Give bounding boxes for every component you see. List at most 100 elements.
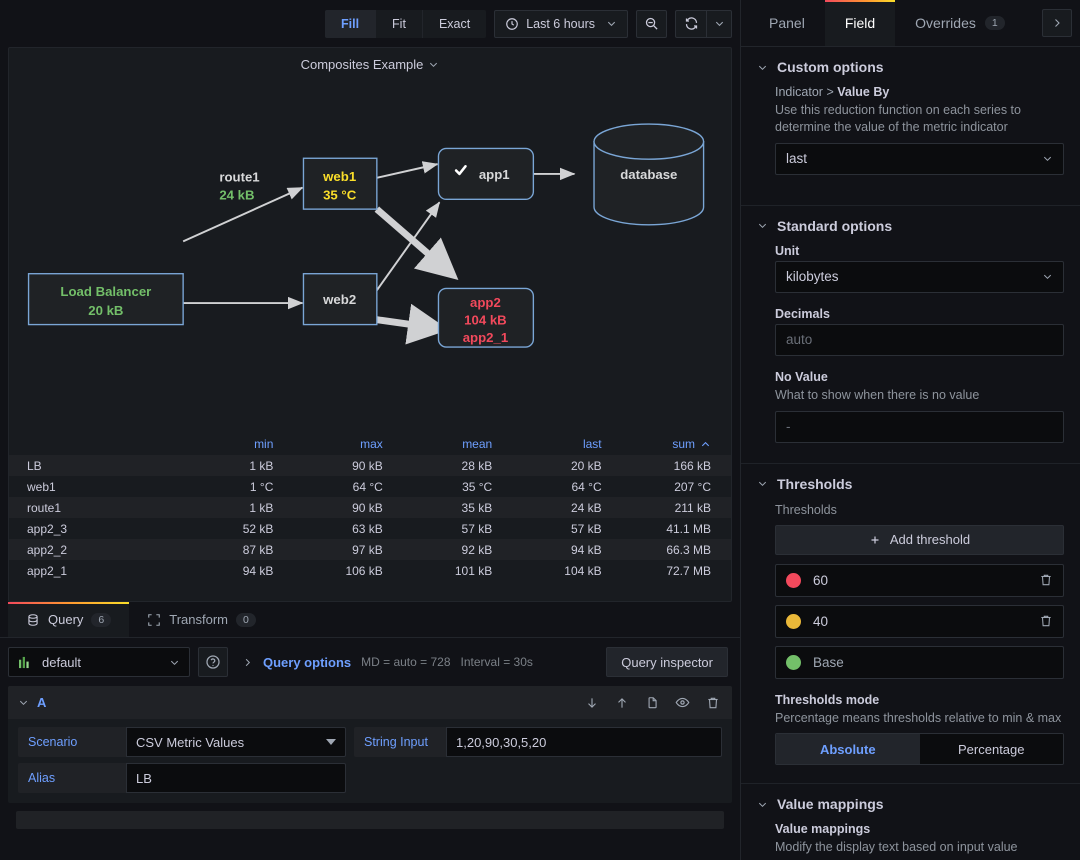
table-header-sum[interactable]: sum [622,437,731,451]
move-down-icon[interactable] [585,696,599,710]
section-title: Value mappings [777,796,884,813]
table-row[interactable]: app2_3 52 kB 63 kB 57 kB 57 kB 41.1 MB [9,518,731,539]
diagram-node-app2[interactable]: app2 104 kB app2_1 [437,287,535,348]
options-scroll-area[interactable]: Custom options Indicator > Value By Use … [741,47,1080,860]
table-row[interactable]: LB 1 kB 90 kB 28 kB 20 kB 166 kB [9,455,731,476]
delete-icon[interactable] [706,696,720,710]
time-range-picker[interactable]: Last 6 hours [494,9,628,38]
scenario-value: CSV Metric Values [136,734,245,750]
tab-query-count: 6 [91,612,112,627]
threshold-row[interactable]: 60 [775,563,1064,597]
field-unit: Unit kilobytes [741,244,1080,293]
table-row[interactable]: app2_1 94 kB 106 kB 101 kB 104 kB 72.7 M… [9,560,731,581]
table-header-max[interactable]: max [293,437,402,451]
chevron-down-icon[interactable] [428,59,439,70]
decimals-input[interactable]: auto [775,323,1064,356]
query-inspector-button[interactable]: Query inspector [606,647,728,677]
string-input-field[interactable]: 1,20,90,30,5,20 [446,727,722,757]
datasource-help-button[interactable] [198,647,228,677]
delete-icon[interactable] [1039,573,1053,587]
table-row[interactable]: app2_2 87 kB 97 kB 92 kB 94 kB 66.3 MB [9,539,731,560]
alias-input[interactable]: LB [126,763,346,793]
hide-icon[interactable] [675,695,690,710]
tab-overrides-count: 1 [984,16,1005,30]
mode-percentage-option[interactable]: Percentage [919,734,1063,765]
zoom-out-button[interactable] [636,9,667,38]
cell-sum: 207 °C [674,479,712,494]
threshold-color-swatch[interactable] [786,613,801,629]
diagram-node-web1[interactable]: web1 35 °C [302,157,378,210]
table-header-sum-label: sum [672,437,696,451]
move-up-icon[interactable] [615,696,629,710]
alias-row-spacer [346,763,722,793]
field-row-alias: Alias LB [18,763,722,793]
threshold-row-base[interactable]: Base [775,645,1064,679]
refresh-interval-button[interactable] [706,9,732,38]
size-fill-button[interactable]: Fill [324,9,377,38]
chevron-right-icon [1051,17,1063,29]
diagram-node-app1[interactable]: app1 [437,147,535,201]
threshold-value[interactable]: 40 [813,614,1027,629]
value-by-crumb: Indicator [775,85,823,99]
table-header-mean[interactable]: mean [403,437,512,451]
threshold-color-swatch[interactable] [786,654,801,670]
diagram-node-lb[interactable]: Load Balancer 20 kB [27,273,184,326]
tab-panel[interactable]: Panel [749,0,825,46]
unit-select[interactable]: kilobytes [775,260,1064,293]
string-input-label: String Input [354,727,446,757]
section-header-custom-options[interactable]: Custom options [741,59,1080,75]
query-ref-id[interactable]: A [37,695,46,710]
alias-label: Alias [18,763,126,793]
cell-sum: 66.3 MB [666,542,712,557]
section-header-value-mappings[interactable]: Value mappings [741,796,1080,812]
field-no-value: No Value What to show when there is no v… [741,370,1080,443]
section-header-standard-options[interactable]: Standard options [741,218,1080,234]
threshold-color-swatch[interactable] [786,572,801,588]
delete-icon[interactable] [1039,614,1053,628]
size-exact-button[interactable]: Exact [422,9,487,38]
cell-min: 1 kB [249,500,274,515]
diagram-node-database[interactable]: database [593,123,705,226]
query-options-interval: Interval = 30s [460,655,533,669]
size-fit-button[interactable]: Fit [376,9,423,38]
tab-field[interactable]: Field [824,0,896,46]
panel-title: Composites Example [300,56,424,72]
tab-overrides[interactable]: Overrides 1 [895,0,1025,46]
table-header-last[interactable]: last [512,437,621,451]
threshold-row[interactable]: 40 [775,604,1064,638]
duplicate-icon[interactable] [645,696,659,710]
table-row[interactable]: route1 1 kB 90 kB 35 kB 24 kB 211 kB [9,497,731,518]
value-by-select[interactable]: last [775,142,1064,175]
field-value-mappings: Value mappings Modify the display text b… [741,822,1080,860]
panel-title-bar[interactable]: Composites Example [9,48,731,80]
database-icon [26,613,40,627]
tab-transform[interactable]: Transform 0 [129,602,274,637]
table-row[interactable]: web1 1 °C 64 °C 35 °C 64 °C 207 °C [9,476,731,497]
viz-size-segment: Fill Fit Exact [324,9,487,38]
scenario-select[interactable]: CSV Metric Values [126,727,346,757]
cell-min: 94 kB [242,563,274,578]
no-value-label: No Value [775,369,828,384]
threshold-value[interactable]: 60 [813,573,1027,588]
section-header-thresholds[interactable]: Thresholds [741,476,1080,492]
cell-last: 64 °C [571,479,602,494]
mode-absolute-option[interactable]: Absolute [776,734,920,765]
field-thresholds-mode: Thresholds mode Percentage means thresho… [741,693,1080,766]
datasource-picker[interactable]: default [8,647,190,677]
clock-icon [505,17,519,31]
node-value-app2: 104 kB [464,313,507,328]
chevron-down-icon [757,799,768,810]
chevron-down-icon[interactable] [18,697,29,708]
table-header-min[interactable]: min [184,437,293,451]
tab-query[interactable]: Query 6 [8,602,130,637]
query-card-next[interactable] [16,811,724,829]
add-threshold-button[interactable]: Add threshold [775,524,1064,555]
diagram-node-web2[interactable]: web2 [302,273,378,326]
panel-legend-table: min max mean last sum LB 1 kB 90 kB 28 k… [9,433,731,601]
no-value-input[interactable]: - [775,410,1064,443]
refresh-button[interactable] [675,9,706,38]
collapse-options-button[interactable] [1042,9,1072,37]
query-options[interactable]: Query options MD = auto = 728 Interval =… [242,655,533,670]
chevron-right-icon [242,657,253,668]
field-thresholds: Thresholds Add threshold 60 40 Base [741,502,1080,679]
